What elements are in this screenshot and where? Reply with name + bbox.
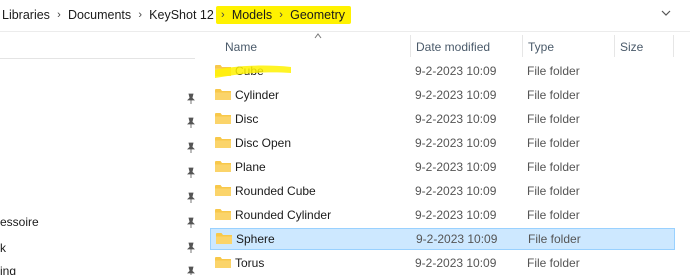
address-bar[interactable]: Libraries › Documents › KeyShot 12 › Mod… [0,0,690,32]
file-type: File folder [527,112,580,126]
file-row[interactable]: Disc Open 9-2-2023 10:09 File folder [205,132,675,154]
breadcrumb-geometry[interactable]: Geometry [288,8,347,22]
chevron-right-icon[interactable]: › [133,9,147,21]
file-date: 9-2-2023 10:09 [415,136,497,150]
pin-icon[interactable] [186,167,196,179]
breadcrumb-libraries[interactable]: Libraries [0,8,52,22]
column-divider[interactable] [614,35,615,57]
file-row[interactable]: Cylinder 9-2-2023 10:09 File folder [205,84,675,106]
pin-icon[interactable] [186,266,196,275]
file-name: Plane [235,160,266,174]
folder-icon [215,185,231,196]
file-type: File folder [527,64,580,78]
chevron-right-icon[interactable]: › [216,9,230,21]
chevron-down-icon[interactable] [661,8,671,18]
file-type: File folder [527,136,580,150]
file-date: 9-2-2023 10:09 [416,232,498,246]
breadcrumb: Libraries › Documents › KeyShot 12 › Mod… [0,6,351,24]
file-row[interactable]: Rounded Cube 9-2-2023 10:09 File folder [205,180,675,202]
file-date: 9-2-2023 10:09 [415,88,497,102]
file-row[interactable]: Plane 9-2-2023 10:09 File folder [205,156,675,178]
column-divider[interactable] [522,35,523,57]
file-name: Cylinder [235,88,280,102]
chevron-right-icon[interactable]: › [274,9,288,21]
file-type: File folder [527,256,580,270]
nav-item-label[interactable]: ing [0,264,16,275]
folder-icon [215,89,231,100]
file-name: Disc Open [235,136,292,150]
pin-icon[interactable] [186,217,196,229]
pin-icon[interactable] [186,192,196,204]
file-date: 9-2-2023 10:09 [415,112,497,126]
folder-icon [215,137,231,148]
folder-icon [215,113,231,124]
file-name: Disc [235,112,259,126]
file-row[interactable]: Torus 9-2-2023 10:09 File folder [205,252,675,274]
file-date: 9-2-2023 10:09 [415,184,497,198]
file-row-selected[interactable]: Sphere 9-2-2023 10:09 File folder [210,228,675,250]
sort-up-icon [314,33,322,39]
nav-divider [0,47,195,59]
breadcrumb-models[interactable]: Models [230,8,274,22]
folder-icon [215,161,231,172]
folder-icon [215,209,231,220]
highlight-marker: › Models › Geometry [215,6,351,24]
folder-icon [215,257,231,268]
pin-icon[interactable] [186,117,196,129]
file-name: Rounded Cube [235,184,316,198]
column-divider[interactable] [410,35,411,57]
column-type[interactable]: Type [528,40,554,54]
nav-item-label[interactable]: k [0,241,6,255]
column-divider[interactable] [673,35,674,57]
file-date: 9-2-2023 10:09 [415,64,497,78]
file-name: Sphere [236,232,275,246]
folder-icon [216,233,232,244]
file-type: File folder [527,160,580,174]
column-header: Name Date modified Type Size [205,33,690,57]
file-type: File folder [527,184,580,198]
chevron-right-icon[interactable]: › [52,9,66,21]
column-date-modified[interactable]: Date modified [416,40,490,54]
file-date: 9-2-2023 10:09 [415,256,497,270]
file-row[interactable]: Disc 9-2-2023 10:09 File folder [205,108,675,130]
file-date: 9-2-2023 10:09 [415,208,497,222]
navigation-pane: essoire k ing [0,33,200,275]
file-type: File folder [527,208,580,222]
pin-icon[interactable] [186,242,196,254]
file-date: 9-2-2023 10:09 [415,160,497,174]
breadcrumb-documents[interactable]: Documents [66,8,133,22]
file-row[interactable]: Rounded Cylinder 9-2-2023 10:09 File fol… [205,204,675,226]
column-size[interactable]: Size [620,40,643,54]
file-name: Torus [235,256,265,270]
nav-item-label[interactable]: essoire [0,215,39,229]
file-type: File folder [528,232,581,246]
pin-icon[interactable] [186,93,196,105]
highlight-marker [215,65,291,78]
file-type: File folder [527,88,580,102]
pin-icon[interactable] [186,142,196,154]
column-name[interactable]: Name [225,40,257,54]
breadcrumb-keyshot[interactable]: KeyShot 12 [147,8,216,22]
file-name: Rounded Cylinder [235,208,332,222]
